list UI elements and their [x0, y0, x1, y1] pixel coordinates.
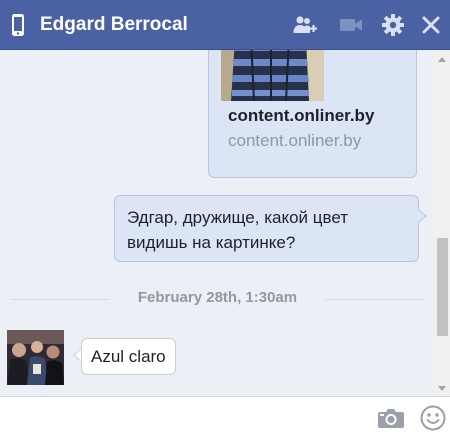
- add-friend-icon[interactable]: [293, 13, 317, 37]
- avatar[interactable]: [7, 330, 64, 385]
- camera-icon[interactable]: [377, 406, 405, 430]
- link-preview-thumbnail[interactable]: [221, 50, 324, 101]
- conversation-pane[interactable]: content.onliner.by content.onliner.by Эд…: [0, 50, 450, 396]
- chat-header: Edgard Berrocal: [0, 0, 450, 50]
- settings-gear-icon[interactable]: [381, 13, 405, 37]
- bubble-tail-outgoing: [418, 209, 427, 223]
- link-preview-title[interactable]: content.onliner.by: [228, 106, 374, 126]
- message-input[interactable]: [8, 405, 368, 431]
- mobile-phone-icon: [12, 14, 24, 36]
- link-preview-bubble[interactable]: content.onliner.by content.onliner.by: [208, 50, 417, 178]
- scroll-thumb[interactable]: [437, 238, 448, 336]
- scroll-up-arrow-icon[interactable]: [438, 57, 446, 62]
- chat-scrollbar[interactable]: [435, 50, 450, 396]
- chat-title[interactable]: Edgard Berrocal: [40, 13, 188, 37]
- link-preview-url[interactable]: content.onliner.by: [228, 131, 361, 151]
- emoji-icon[interactable]: [420, 405, 446, 431]
- scroll-down-arrow-icon[interactable]: [438, 386, 446, 391]
- incoming-message: Azul claro: [81, 338, 176, 375]
- date-divider: February 28th, 1:30am: [137, 289, 298, 306]
- composer-bar: [0, 396, 450, 439]
- outgoing-message: Эдгар, дружище, какой цвет видишь на кар…: [114, 195, 419, 262]
- video-call-icon[interactable]: [339, 13, 363, 37]
- close-icon[interactable]: [419, 13, 443, 37]
